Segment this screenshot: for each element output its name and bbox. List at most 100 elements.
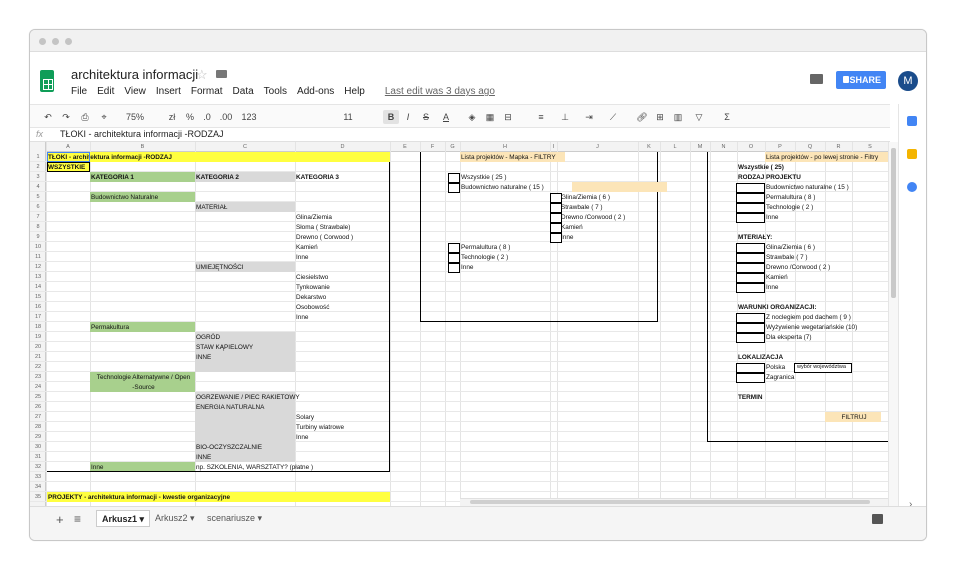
sheets-logo-icon[interactable] [40,70,54,92]
formula-input[interactable]: TŁOKI - architektura informacji -RODZAJ [60,129,224,139]
row-header[interactable]: 27 [30,413,46,421]
checkbox-right-strawbale[interactable] [736,252,765,263]
row-header[interactable]: 25 [30,393,46,401]
row-header[interactable]: 9 [30,233,46,241]
filter-icon[interactable]: ▽ [692,110,706,124]
row-header[interactable]: 3 [30,173,46,181]
column-header[interactable]: L [660,143,690,151]
row-header[interactable]: 19 [30,333,46,341]
folder-icon[interactable] [216,70,227,78]
checkbox-right-zagranica[interactable] [736,372,765,383]
checkbox-right-polska[interactable] [736,362,765,373]
all-sheets-icon[interactable]: ≡ [74,512,81,526]
insert-comment-icon[interactable]: ⊞ [654,110,666,124]
row-header[interactable]: 7 [30,213,46,221]
checkbox-right-drewno[interactable] [736,262,765,273]
sheet-tab-scenariusze[interactable]: scenariusze ▾ [202,510,267,527]
row-header[interactable]: 13 [30,273,46,281]
column-header[interactable]: F [420,143,445,151]
functions-icon[interactable]: Σ [720,110,734,124]
italic-button[interactable]: I [402,110,414,124]
column-header[interactable]: Q [795,143,825,151]
menu-data[interactable]: Data [233,86,254,97]
row-header[interactable]: 10 [30,243,46,251]
row-header[interactable]: 15 [30,293,46,301]
window-minimize-dot[interactable] [52,38,59,45]
column-header[interactable]: N [710,143,737,151]
comments-icon[interactable] [810,74,823,84]
sheet-tab-arkusz1[interactable]: Arkusz1 ▾ [96,510,151,527]
column-header[interactable]: O [737,143,765,151]
sheet-tab-arkusz2[interactable]: Arkusz2 ▾ [150,510,200,527]
strikethrough-button[interactable]: S [420,110,432,124]
borders-icon[interactable]: ▦ [484,110,496,124]
spreadsheet-grid[interactable]: A B C D E F G H I J K L M N O P Q R S 1 2 3 4 5 6 7 8 9 10 11 12 13 14 15… [30,142,888,506]
row-header[interactable]: 2 [30,163,46,171]
menu-tools[interactable]: Tools [264,86,287,97]
checkbox-right-kamien[interactable] [736,272,765,283]
row-header[interactable]: 33 [30,473,46,481]
add-sheet-icon[interactable]: + [56,512,64,527]
row-header[interactable]: 22 [30,363,46,371]
row-header[interactable]: 8 [30,223,46,231]
row-header[interactable]: 32 [30,463,46,471]
row-header[interactable]: 1 [30,153,46,161]
checkbox-right-wyzyw[interactable] [736,322,765,333]
row-header[interactable]: 11 [30,253,46,261]
row-header[interactable]: 28 [30,423,46,431]
column-header[interactable]: H [460,143,550,151]
scroll-thumb[interactable] [891,148,896,298]
checkbox-perma[interactable] [448,242,460,253]
percent-button[interactable]: % [184,110,196,124]
menu-addons[interactable]: Add-ons [297,86,334,97]
window-close-dot[interactable] [39,38,46,45]
column-header[interactable]: A [46,143,90,151]
align-horizontal-icon[interactable]: ≡ [534,110,548,124]
column-header[interactable]: G [445,143,460,151]
row-header[interactable]: 20 [30,343,46,351]
menu-view[interactable]: View [124,86,146,97]
increase-decimal-button[interactable]: .00 [218,110,234,124]
menu-format[interactable]: Format [191,86,223,97]
menu-insert[interactable]: Insert [156,86,181,97]
doc-title[interactable]: architektura informacji [71,67,198,82]
insert-chart-icon[interactable]: ▥ [672,110,684,124]
share-button[interactable]: SHARE [836,71,886,89]
undo-icon[interactable]: ↶ [42,110,54,124]
column-header[interactable]: K [638,143,660,151]
row-header[interactable]: 26 [30,403,46,411]
link-icon[interactable]: 🔗︎ [636,110,648,124]
avatar[interactable]: M [898,71,918,91]
row-header[interactable]: 18 [30,323,46,331]
checkbox-right-bud[interactable] [736,182,765,193]
font-size-select[interactable]: 11 [338,110,358,124]
row-header[interactable]: 29 [30,433,46,441]
row-header[interactable]: 30 [30,443,46,451]
text-rotate-icon[interactable]: ⟋ [606,110,620,124]
menu-edit[interactable]: Edit [97,86,114,97]
checkbox-tech[interactable] [448,252,460,263]
print-icon[interactable]: ⎙ [79,110,91,124]
calendar-icon[interactable] [907,116,917,126]
keep-icon[interactable] [907,149,917,159]
column-header[interactable]: S [852,143,888,151]
column-header[interactable]: M [690,143,710,151]
last-edit-link[interactable]: Last edit was 3 days ago [385,86,495,97]
row-header[interactable]: 16 [30,303,46,311]
decrease-decimal-button[interactable]: .0 [200,110,214,124]
more-formats-button[interactable]: 123 [238,110,260,124]
checkbox-right-nocleg[interactable] [736,312,765,323]
checkbox-right-ekspert[interactable] [736,332,765,343]
checkbox-right-inne2[interactable] [736,282,765,293]
row-header[interactable]: 6 [30,203,46,211]
column-header[interactable]: B [90,143,195,151]
column-header[interactable]: E [390,143,420,151]
align-vertical-icon[interactable]: ⊥ [558,110,572,124]
bold-button[interactable]: B [383,110,399,124]
fill-color-icon[interactable]: ◈ [466,110,478,124]
text-wrap-icon[interactable]: ⇥ [582,110,596,124]
row-header[interactable]: 23 [30,373,46,381]
redo-icon[interactable]: ↷ [60,110,72,124]
column-header[interactable]: P [765,143,795,151]
column-header[interactable]: J [557,143,638,151]
